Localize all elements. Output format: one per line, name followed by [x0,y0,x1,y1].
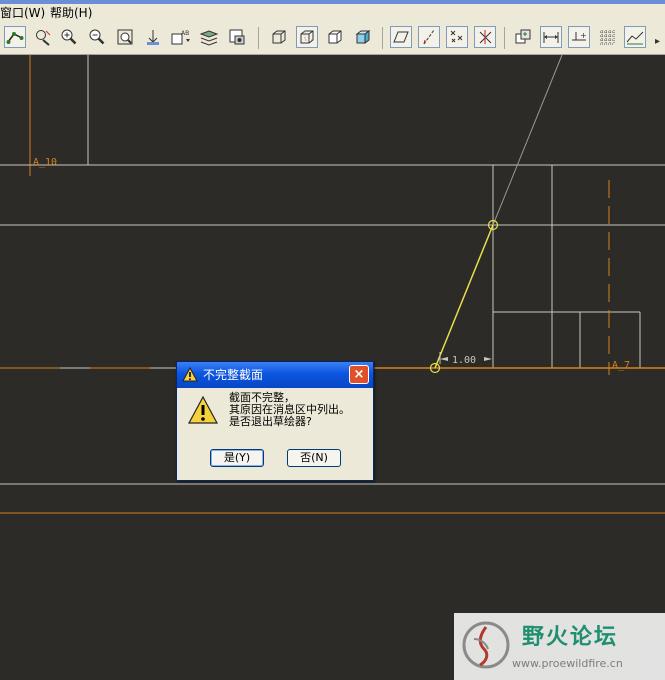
menu-item-window[interactable]: 窗口(W) [0,4,45,22]
watermark-url: www.proewildfire.cn [512,657,623,670]
dialog-message: 截面不完整， 其原因在消息区中列出。 是否退出草绘器? [229,392,350,428]
no-button[interactable]: 否(N) [287,449,341,467]
toolbar-overflow-icon[interactable]: ▸ [655,36,660,47]
forum-watermark: 野火论坛 www.proewildfire.cn [454,613,665,680]
shading-icon[interactable] [352,26,374,48]
datum-axis-label-a7: A_7 [612,360,630,371]
zoom-in-icon[interactable] [58,26,80,48]
datum-points-icon[interactable] [446,26,468,48]
grid-icon[interactable] [596,26,618,48]
constraint-icon[interactable]: + [568,26,590,48]
sketcher-icon[interactable] [624,26,646,48]
menu-bar: 窗口(W) 帮助(H) [0,4,665,22]
named-view-icon[interactable]: AB [170,26,192,48]
forum-logo-icon [462,621,510,669]
datum-axes-icon[interactable] [418,26,440,48]
toolbar-separator [504,27,505,49]
toolbar-separator [258,27,259,49]
svg-text:AB: AB [181,30,189,37]
csys-icon[interactable] [474,26,496,48]
yes-button[interactable]: 是(Y) [210,449,264,467]
refit-icon[interactable] [114,26,136,48]
wireframe-icon[interactable] [268,26,290,48]
menu-item-help[interactable]: 帮助(H) [50,4,92,22]
incomplete-section-dialog: 不完整截面 × 截面不完整， 其原因在消息区中列出。 是否退出草绘器? 是(Y)… [176,361,374,481]
repaint-icon[interactable] [32,26,54,48]
datum-planes-icon[interactable] [390,26,412,48]
dimension-value[interactable]: 1.00 [452,355,476,366]
message-line: 是否退出草绘器? [229,415,312,428]
dialog-title: 不完整截面 [203,368,264,382]
dialog-title-bar[interactable]: 不完整截面 × [177,362,373,388]
orient-icon[interactable] [142,26,164,48]
dimension-arrow [484,357,492,361]
view-manager-icon[interactable] [226,26,248,48]
references-icon[interactable] [512,26,534,48]
sketch-icon[interactable] [4,26,26,48]
datum-axis-label-a10: A_10 [33,157,57,168]
sketch-entity-line[interactable] [434,224,494,369]
dimension-arrow [440,357,448,361]
svg-text:+: + [580,31,587,40]
layers-icon[interactable] [198,26,220,48]
toolbar-separator [382,27,383,49]
close-button[interactable]: × [349,365,369,384]
watermark-title: 野火论坛 [522,625,619,650]
warning-icon [188,396,218,424]
warning-small-icon [182,367,198,382]
toolbar: AB + ▸ [0,22,665,55]
dimension-icon[interactable] [540,26,562,48]
hidden-line-icon[interactable] [296,26,318,48]
no-hidden-icon[interactable] [324,26,346,48]
zoom-out-icon[interactable] [86,26,108,48]
